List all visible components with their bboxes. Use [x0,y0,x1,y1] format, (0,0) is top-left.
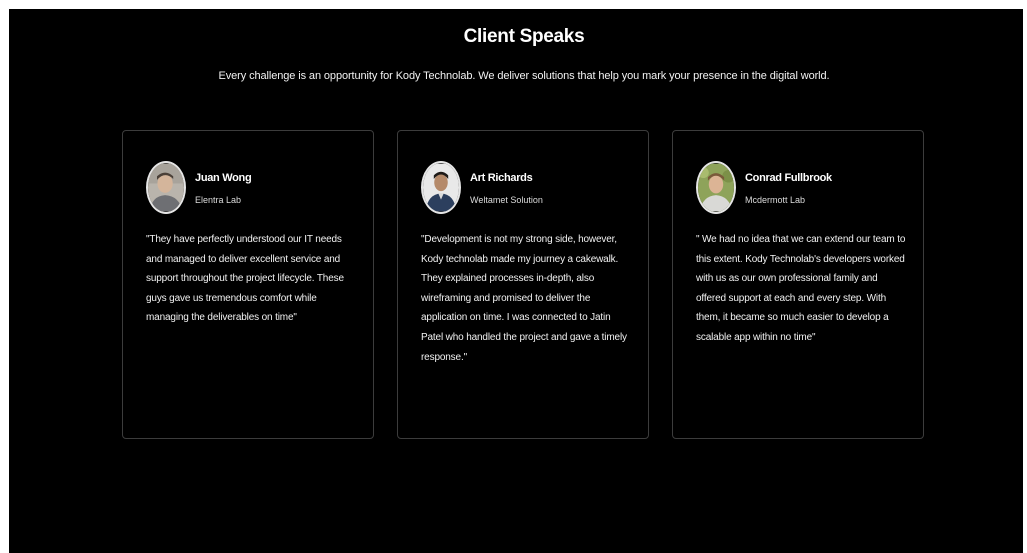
avatar [696,161,736,214]
client-company: Mcdermott Lab [745,195,806,205]
client-company: Weltamet Solution [470,195,543,205]
section-subtitle: Every challenge is an opportunity for Ko… [218,70,830,82]
testimonial-quote: " We had no idea that we can extend our … [696,234,906,343]
person-photo-icon [148,163,184,212]
client-name: Art Richards [470,172,533,184]
testimonial-card: Art Richards Weltamet Solution "Developm… [397,130,649,439]
avatar [146,161,186,214]
client-name: Conrad Fullbrook [745,172,832,184]
avatar [421,161,461,214]
person-photo-icon [423,163,459,212]
client-speaks-section: Client Speaks Every challenge is an oppo… [9,9,1023,553]
client-name: Juan Wong [195,172,252,184]
person-photo-icon [698,163,734,212]
testimonial-card: Juan Wong Elentra Lab "They have perfect… [122,130,374,439]
testimonial-quote: "They have perfectly understood our IT n… [146,234,344,324]
testimonial-quote: "Development is not my strong side, howe… [421,234,627,363]
client-company: Elentra Lab [195,195,242,205]
testimonial-card: Conrad Fullbrook Mcdermott Lab " We had … [672,130,924,439]
section-title: Client Speaks [463,26,585,47]
